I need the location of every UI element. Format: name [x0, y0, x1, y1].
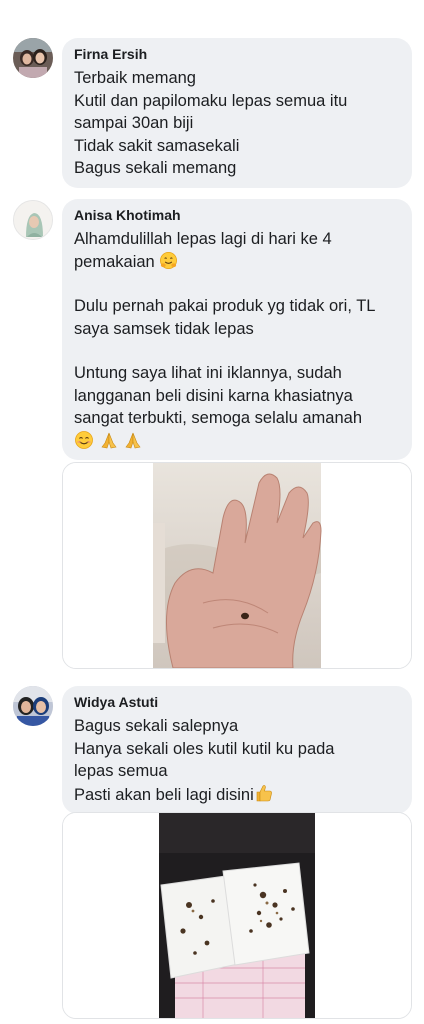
- photo-hand-palm-image: [63, 463, 411, 668]
- comment-text-line: saya samsek tidak lepas: [74, 319, 254, 338]
- folded-hands-emoji-icon: [125, 432, 141, 448]
- comment-bubble: Anisa Khotimah Alhamdulillah lepas lagi …: [62, 199, 412, 460]
- hugging-face-emoji-icon: [160, 251, 178, 269]
- avatar-image: [14, 201, 52, 239]
- thumbs-up-emoji-icon: [256, 784, 272, 801]
- comment-text-line: Bagus sekali memang: [74, 159, 237, 177]
- comment-text-line: Kutil dan papilomaku lepas semua itu: [74, 91, 348, 110]
- comment-text: Pasti akan beli lagi disini: [74, 785, 254, 804]
- comment-text-line: sampai 30an biji: [74, 114, 194, 132]
- comment-text-line: Untung saya lihat ini iklannya, sudah: [74, 364, 342, 382]
- comment-text-line: Dulu pernah pakai produk yg tidak ori, T…: [74, 297, 376, 315]
- comment-text-line-with-emoji: Pasti akan beli lagi disini: [74, 783, 400, 807]
- comment-photo-attachment[interactable]: [62, 812, 412, 1019]
- comment-text-line: Bagus sekali salepnya: [74, 717, 239, 735]
- avatar-firna-ersih[interactable]: [13, 38, 53, 78]
- comment-text-line-with-emoji: pemakaian: [74, 251, 400, 274]
- emoji-line: [74, 430, 400, 454]
- avatar-widya-astuti[interactable]: [13, 686, 53, 726]
- smiling-face-emoji-icon: [75, 430, 93, 449]
- comment-bubble: Widya Astuti Bagus sekali salepnya Hanya…: [62, 686, 412, 814]
- folded-hands-emoji-icon: [101, 432, 117, 448]
- comment-bubble: Firna Ersih Terbaik memang Kutil dan pap…: [62, 38, 412, 188]
- comment-photo-attachment[interactable]: [62, 462, 412, 669]
- avatar-image: [13, 686, 53, 726]
- comment-text-line: Terbaik memang: [74, 69, 196, 87]
- author-name[interactable]: Anisa Khotimah: [74, 206, 400, 224]
- author-name[interactable]: Widya Astuti: [74, 693, 400, 711]
- comment-text-line: Hanya sekali oles kutil kutil ku pada: [74, 739, 335, 758]
- comment-text-line: Tidak sakit samasekali: [74, 136, 240, 155]
- comment-text-line: Alhamdulillah lepas lagi di hari ke 4: [74, 230, 332, 248]
- comment-text-line: sangat terbukti, semoga selalu amanah: [74, 409, 363, 427]
- comment-text-line: lepas semua: [74, 762, 168, 780]
- avatar-anisa-khotimah[interactable]: [13, 200, 53, 240]
- comment-text-line: langganan beli disini karna khasiatnya: [74, 386, 353, 405]
- photo-removed-warts-on-tissue-image: [63, 813, 411, 1018]
- comment-text: pemakaian: [74, 252, 155, 271]
- author-name[interactable]: Firna Ersih: [74, 45, 400, 63]
- avatar-image: [13, 38, 53, 78]
